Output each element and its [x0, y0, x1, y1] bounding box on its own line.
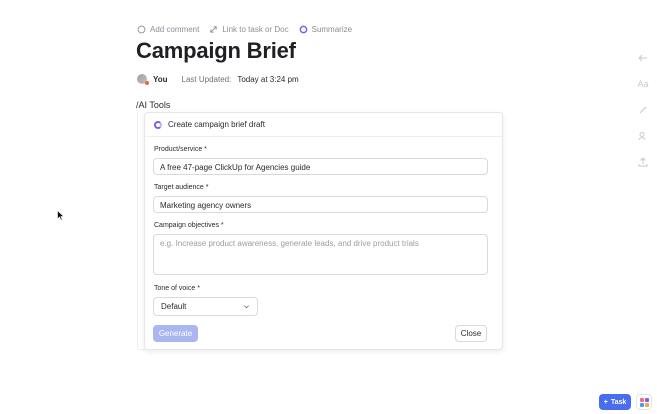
campaign-objectives-label: Campaign objectives * [154, 222, 224, 229]
doc-toolbar: Add comment Link to task or Doc Summariz… [137, 25, 352, 34]
add-comment-label: Add comment [150, 25, 200, 34]
apps-grid-button[interactable] [636, 394, 652, 410]
users-icon[interactable] [637, 130, 649, 142]
card-header-title: Create campaign brief draft [168, 120, 265, 129]
ai-spinner-icon [154, 120, 162, 129]
collapse-arrow-icon[interactable] [637, 52, 649, 64]
add-task-button[interactable]: + Task [599, 394, 631, 410]
campaign-objectives-textarea[interactable]: e.g. Increase product awareness, generat… [153, 234, 488, 275]
summarize-label: Summarize [311, 25, 353, 34]
add-task-label: Task [610, 398, 627, 406]
doc-meta: You Last Updated: Today at 3:24 pm [137, 74, 299, 85]
ai-create-card: Create campaign brief draft Product/serv… [144, 112, 503, 350]
product-service-label: Product/service * [154, 146, 207, 153]
link-task-button[interactable]: Link to task or Doc [209, 25, 289, 34]
apps-grid-cell [639, 402, 644, 407]
comment-icon [137, 25, 146, 34]
link-icon[interactable] [637, 104, 649, 116]
tone-of-voice-value: Default [161, 302, 187, 311]
target-audience-label: Target audience * [154, 184, 209, 191]
link-icon [210, 26, 218, 33]
text-format-icon[interactable]: Aa [637, 78, 649, 90]
link-task-label: Link to task or Doc [222, 25, 289, 34]
ai-summarize-icon [299, 25, 307, 34]
tone-of-voice-label: Tone of voice * [154, 285, 200, 292]
page-title[interactable]: Campaign Brief [136, 38, 296, 64]
target-audience-input[interactable]: Marketing agency owners [153, 196, 488, 213]
generate-button[interactable]: Generate [153, 325, 198, 342]
summarize-button[interactable]: Summarize [299, 25, 352, 34]
plus-icon: + [603, 398, 608, 406]
last-updated-value: Today at 3:24 pm [237, 74, 299, 84]
close-button[interactable]: Close [455, 325, 487, 342]
chevron-down-icon [244, 305, 249, 309]
last-updated-label: Last Updated: [181, 74, 232, 84]
mouse-cursor-icon [57, 210, 65, 221]
apps-grid-icon [639, 397, 644, 402]
author-name: You [153, 74, 168, 84]
avatar[interactable] [137, 74, 149, 85]
add-comment-button[interactable]: Add comment [137, 25, 199, 34]
slash-command-text[interactable]: /AI Tools [136, 100, 170, 110]
tone-of-voice-select[interactable]: Default [153, 297, 258, 316]
upload-icon[interactable] [637, 156, 649, 168]
product-service-input[interactable]: A free 47-page ClickUp for Agencies guid… [153, 158, 488, 175]
right-rail: Aa [637, 52, 649, 168]
card-header: Create campaign brief draft [145, 113, 502, 137]
apps-grid-cell [644, 397, 649, 402]
apps-grid-cell [644, 402, 649, 407]
